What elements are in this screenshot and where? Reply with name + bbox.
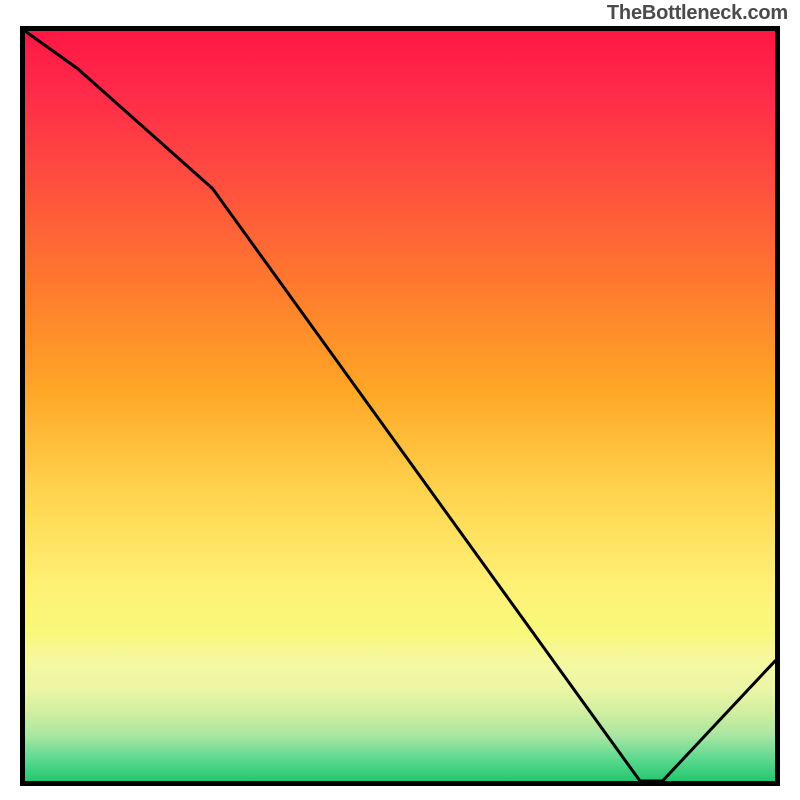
watermark-text: TheBottleneck.com xyxy=(607,2,788,25)
series-curve xyxy=(25,31,775,781)
chart-line-layer xyxy=(25,31,775,781)
chart-frame xyxy=(20,26,780,786)
